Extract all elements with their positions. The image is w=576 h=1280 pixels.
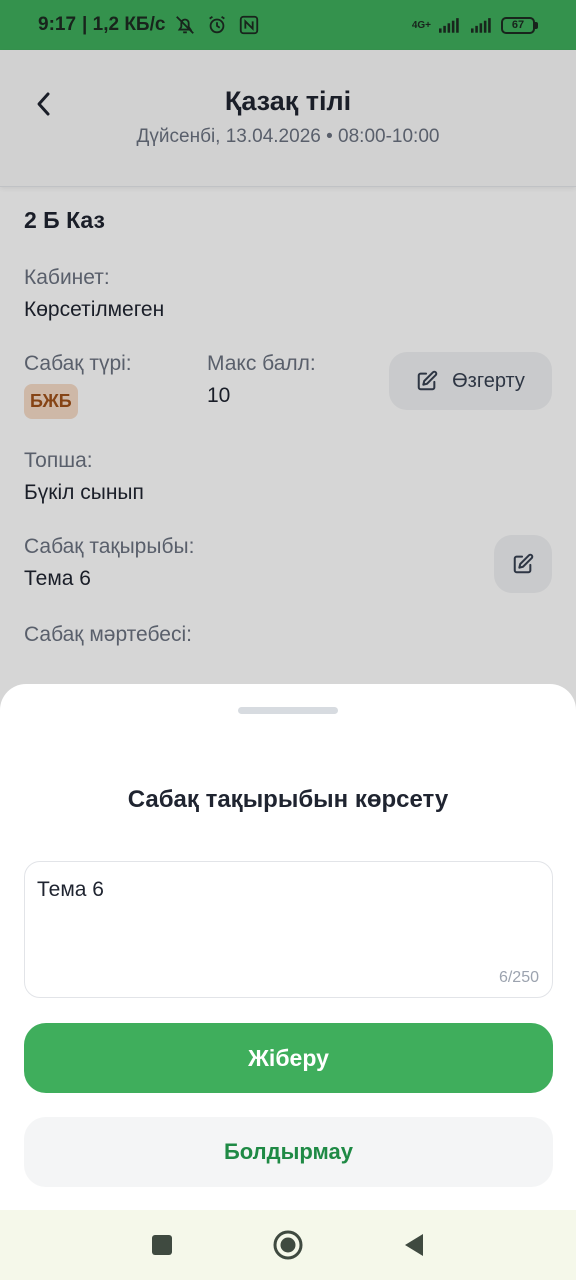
- battery-level: 67: [501, 16, 535, 34]
- nfc-icon: [237, 13, 261, 37]
- edit-button-label: Өзгерту: [452, 369, 525, 392]
- max-score-value: 10: [207, 384, 231, 407]
- group-field: Топша: Бүкіл сынып: [24, 449, 552, 505]
- page-title: Қазақ тілі: [224, 86, 352, 116]
- max-score-field: Макс балл: 10: [207, 352, 387, 408]
- signal-icon: [471, 13, 495, 37]
- type-field: Сабақ түрі: БЖБ: [24, 352, 207, 419]
- status-time: 9:17: [38, 14, 77, 35]
- class-name: 2 Б Каз: [24, 207, 105, 233]
- type-label: Сабақ түрі:: [24, 352, 132, 375]
- status-field: Сабақ мәртебесі:: [24, 623, 552, 647]
- max-score-label: Макс балл:: [207, 352, 316, 375]
- page-subtitle: Дүйсенбі, 13.04.2026 • 08:00-10:00: [136, 126, 440, 147]
- status-speed: | 1,2 КБ/с: [82, 14, 166, 35]
- group-label: Топша:: [24, 449, 93, 472]
- character-counter: 6/250: [498, 969, 539, 986]
- cancel-button[interactable]: Болдырмау: [24, 1117, 553, 1187]
- submit-button[interactable]: Жіберу: [24, 1023, 553, 1093]
- edit-icon: [417, 370, 438, 391]
- battery-icon: 67: [501, 16, 538, 34]
- topic-row: Сабақ тақырыбы: Тема 6: [24, 535, 552, 593]
- lesson-type-badge: БЖБ: [24, 384, 78, 419]
- system-nav-bar: [0, 1210, 576, 1280]
- status-left: 9:17 | 1,2 КБ/с: [38, 13, 261, 37]
- sheet-title: Сабақ тақырыбын көрсету: [127, 786, 449, 813]
- home-icon[interactable]: [271, 1228, 305, 1262]
- recent-apps-icon[interactable]: [145, 1228, 179, 1262]
- edit-topic-button[interactable]: [494, 535, 552, 593]
- mute-icon: [173, 13, 197, 37]
- signal-icon: [439, 13, 463, 37]
- alarm-icon: [205, 13, 229, 37]
- cabinet-label: Кабинет:: [24, 266, 110, 289]
- cabinet-field: Кабинет: Көрсетілмеген: [24, 266, 552, 322]
- type-max-row: Сабақ түрі: БЖБ Макс балл: 10 Өзгерту: [24, 352, 552, 419]
- lesson-details: 2 Б Каз Кабинет: Көрсетілмеген Сабақ түр…: [0, 187, 576, 647]
- status-label: Сабақ мәртебесі:: [24, 623, 192, 646]
- topic-value: Тема 6: [24, 567, 91, 590]
- status-right: 4G+ 67: [412, 13, 538, 37]
- edit-button[interactable]: Өзгерту: [389, 352, 552, 410]
- sheet-drag-handle[interactable]: [238, 707, 338, 714]
- topic-input[interactable]: Тема 6 6/250: [24, 861, 553, 998]
- cabinet-value: Көрсетілмеген: [24, 298, 165, 321]
- group-value: Бүкіл сынып: [24, 481, 144, 504]
- topic-label: Сабақ тақырыбы:: [24, 535, 195, 558]
- page-header: Қазақ тілі Дүйсенбі, 13.04.2026 • 08:00-…: [0, 50, 576, 187]
- topic-field: Сабақ тақырыбы: Тема 6: [24, 535, 194, 591]
- topic-bottom-sheet: Сабақ тақырыбын көрсету Тема 6 6/250 Жіб…: [0, 684, 576, 1210]
- back-icon[interactable]: [397, 1228, 431, 1262]
- status-bar: 9:17 | 1,2 КБ/с 4G+ 67: [0, 0, 576, 50]
- network-type: 4G+: [411, 19, 431, 31]
- edit-icon: [513, 553, 534, 574]
- topic-input-value: Тема 6: [37, 878, 104, 901]
